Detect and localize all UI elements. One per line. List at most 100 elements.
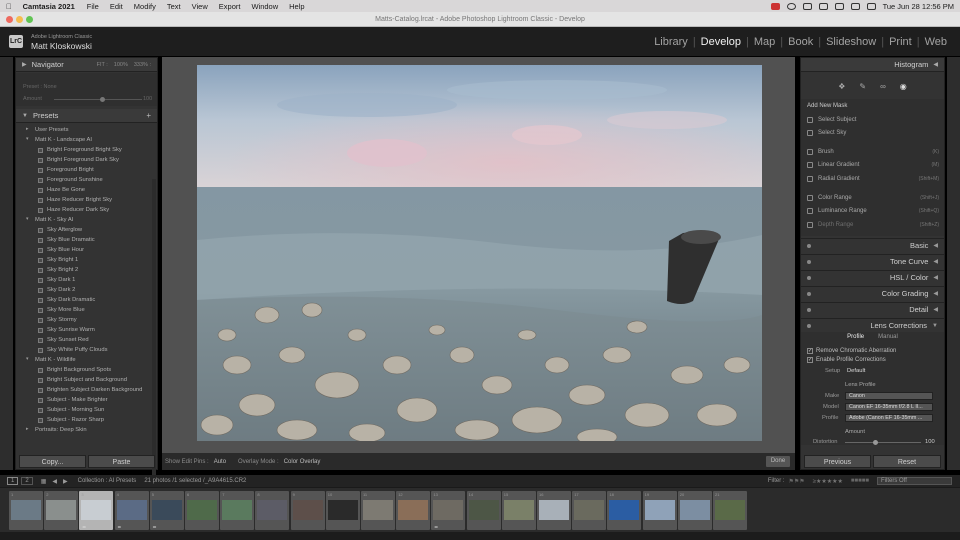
preset-item[interactable]: Haze Reducer Dark Sky: [16, 206, 157, 216]
panel-section-header[interactable]: Tone Curve ◀: [801, 254, 944, 268]
preset-item[interactable]: Bright Background Spots: [16, 366, 157, 376]
menu-app-name[interactable]: Camtasia 2021: [23, 2, 75, 11]
mask-option[interactable]: Luminance Range (Shift+Q): [807, 208, 939, 214]
preset-item[interactable]: Subject - Make Brighter: [16, 396, 157, 406]
preset-item[interactable]: Sky Blue Dramatic: [16, 236, 157, 246]
preset-item[interactable]: Sky Stormy: [16, 316, 157, 326]
zoom-window-button[interactable]: [26, 16, 33, 23]
collapsed-triangle-icon[interactable]: ▸: [26, 426, 29, 432]
record-status-icon[interactable]: [770, 2, 780, 10]
preset-item[interactable]: Subject - Morning Sun: [16, 406, 157, 416]
search-icon[interactable]: [850, 2, 860, 10]
preset-item[interactable]: Subject - Razor Sharp: [16, 416, 157, 426]
copy-button[interactable]: Copy...: [19, 455, 86, 468]
panel-switch-icon[interactable]: [807, 291, 811, 296]
module-print[interactable]: Print: [884, 36, 917, 48]
menu-edit[interactable]: Edit: [110, 2, 123, 11]
minimize-window-button[interactable]: [16, 16, 23, 23]
preset-item[interactable]: Sky Bright 2: [16, 266, 157, 276]
preset-item[interactable]: Sky White Puffy Clouds: [16, 346, 157, 356]
wifi-icon[interactable]: [834, 2, 844, 10]
tab-manual[interactable]: Manual: [878, 334, 898, 344]
model-select[interactable]: Canon EF 16-35mm f/2.8 L II...: [845, 403, 933, 411]
filmstrip-thumbnail[interactable]: 5 • • • • •: [149, 491, 184, 530]
filmstrip-thumbnail[interactable]: 1: [9, 491, 43, 530]
right-panel-edge[interactable]: [947, 57, 960, 470]
module-library[interactable]: Library: [649, 36, 693, 48]
preset-item[interactable]: Sky Dark 2: [16, 286, 157, 296]
panel-switch-icon[interactable]: [807, 259, 811, 264]
filmstrip-thumbnail[interactable]: 3 • • • • •: [79, 491, 114, 530]
preset-item[interactable]: Bright Subject and Background: [16, 376, 157, 386]
filmstrip-thumbnail[interactable]: 8: [255, 491, 290, 530]
close-window-button[interactable]: [6, 16, 13, 23]
preset-item[interactable]: Brighten Subject Darken Background: [16, 386, 157, 396]
menu-modify[interactable]: Modify: [134, 2, 156, 11]
back-arrow-icon[interactable]: ◀: [52, 478, 57, 485]
collection-label[interactable]: Collection : AI Presets: [78, 478, 137, 484]
menu-window[interactable]: Window: [251, 2, 278, 11]
panel-section-header[interactable]: Detail ◀: [801, 302, 944, 316]
show-edit-pins-select[interactable]: Auto: [214, 459, 226, 465]
control-center-icon[interactable]: [866, 2, 876, 10]
profile-select[interactable]: Adobe (Canon EF 16-35mm ...: [845, 414, 933, 422]
panel-section-header[interactable]: Lens Corrections ▼: [801, 318, 944, 332]
preset-group[interactable]: ▾ Matt K - Landscape AI: [16, 136, 157, 146]
red-eye-icon[interactable]: ∞: [880, 82, 886, 91]
filmstrip-thumbnail[interactable]: 10: [325, 491, 360, 530]
color-label-filter[interactable]: ■■■■■: [851, 478, 869, 484]
healing-icon[interactable]: ✎: [859, 82, 866, 91]
menu-clock[interactable]: Tue Jun 28 12:56 PM: [883, 2, 954, 11]
menu-text[interactable]: Text: [167, 2, 181, 11]
apple-icon[interactable]: : [6, 2, 12, 11]
histogram-header[interactable]: Histogram ◀: [801, 58, 944, 72]
filmstrip-thumbnail[interactable]: 6: [185, 491, 219, 530]
menu-export[interactable]: Export: [219, 2, 241, 11]
mask-option[interactable]: Color Range (Shift+J): [807, 195, 939, 201]
preset-item[interactable]: Sky More Blue: [16, 306, 157, 316]
filmstrip-thumbnail[interactable]: 13 • • • • •: [431, 491, 466, 530]
module-map[interactable]: Map: [749, 36, 780, 48]
filmstrip-thumbnail[interactable]: 11: [361, 491, 395, 530]
preset-item[interactable]: Sky Bright 1: [16, 256, 157, 266]
preset-item[interactable]: Sky Blue Hour: [16, 246, 157, 256]
preset-item[interactable]: Sky Afterglow: [16, 226, 157, 236]
view-2-button[interactable]: 2: [21, 477, 33, 485]
filmstrip-thumbnail[interactable]: 4 • • • • •: [114, 491, 149, 530]
presets-scrollbar[interactable]: [152, 179, 156, 501]
status-icon[interactable]: [802, 2, 812, 10]
forward-arrow-icon[interactable]: ▶: [63, 478, 68, 485]
amount-slider[interactable]: [54, 99, 142, 100]
zoom-fit[interactable]: FIT :: [97, 62, 108, 68]
crop-icon[interactable]: ❖: [838, 82, 845, 91]
panel-section-header[interactable]: Color Grading ◀: [801, 286, 944, 300]
preset-item[interactable]: Sky Dark Dramatic: [16, 296, 157, 306]
mask-option[interactable]: Radial Gradient (Shift+M): [807, 176, 939, 182]
preset-group[interactable]: ▸ Portraits: Deep Skin: [16, 426, 157, 436]
menu-file[interactable]: File: [87, 2, 99, 11]
preset-group[interactable]: ▸ User Presets: [16, 126, 157, 136]
navigator-preview[interactable]: Preset : None Amount 100: [16, 73, 157, 106]
menu-view[interactable]: View: [192, 2, 208, 11]
creative-cloud-icon[interactable]: [786, 2, 796, 10]
panel-switch-icon[interactable]: [807, 323, 811, 328]
panel-switch-icon[interactable]: [807, 275, 811, 280]
distortion-slider-thumb[interactable]: [873, 440, 878, 445]
tab-profile[interactable]: Profile: [847, 334, 864, 344]
filmstrip-thumbnail[interactable]: 17: [572, 491, 607, 530]
flag-filter-icons[interactable]: ⚑⚑⚑: [789, 478, 805, 485]
star-filter-icons[interactable]: ≥★★★★★: [813, 478, 843, 485]
preset-item[interactable]: Bright Foreground Dark Sky: [16, 156, 157, 166]
filter-preset-select[interactable]: Filters Off: [877, 477, 952, 485]
preset-item[interactable]: Foreground Bright: [16, 166, 157, 176]
view-1-button[interactable]: 1: [7, 477, 19, 485]
mask-option[interactable]: Depth Range (Shift+Z): [807, 222, 939, 228]
expanded-triangle-icon[interactable]: ▾: [26, 216, 29, 222]
add-preset-icon[interactable]: +: [146, 111, 151, 120]
filmstrip-thumbnail[interactable]: 15: [501, 491, 536, 530]
expanded-triangle-icon[interactable]: ▾: [26, 356, 29, 362]
filmstrip-thumbnail[interactable]: 20: [677, 491, 712, 530]
collapsed-triangle-icon[interactable]: ▸: [26, 126, 29, 132]
done-button[interactable]: Done: [766, 456, 790, 467]
paste-button[interactable]: Paste: [88, 455, 155, 468]
